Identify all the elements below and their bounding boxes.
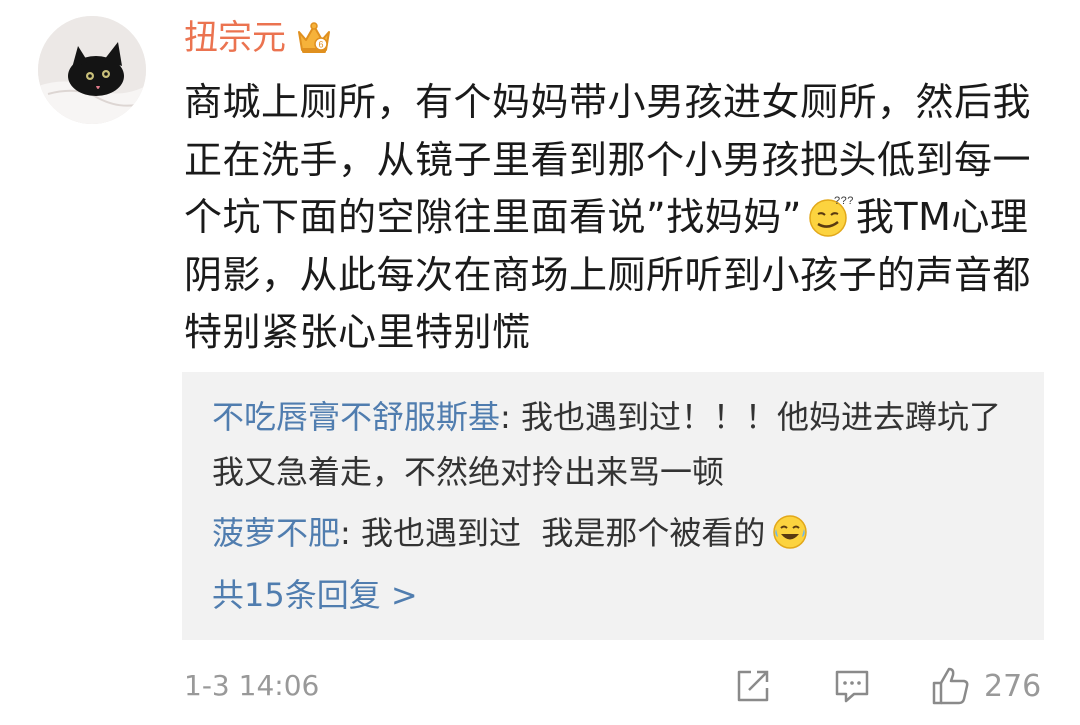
more-replies-label[interactable]: 共15条回复 > <box>212 576 418 614</box>
share-icon <box>737 670 769 702</box>
svg-text:6: 6 <box>318 40 323 50</box>
avatar[interactable] <box>38 16 146 124</box>
reply-text: 我也遇到过 我是那个被看的 <box>360 514 766 552</box>
more-replies-link[interactable]: 共15条回复 > <box>212 568 1012 623</box>
like-count: 276 <box>984 668 1042 704</box>
share-button[interactable] <box>733 662 773 710</box>
post-body: 商城上厕所，有个妈妈带小男孩进女厕所，然后我正在洗手，从镜子里看到那个小男孩把头… <box>184 74 1054 362</box>
reply-separator: : <box>340 514 361 552</box>
author-name[interactable]: 扭宗元 <box>184 14 286 62</box>
comment-button[interactable] <box>832 662 872 710</box>
cat-avatar-image <box>38 16 146 124</box>
reply-item: 菠萝不肥: 我也遇到过 我是那个被看的 <box>212 506 1012 561</box>
reply-username[interactable]: 菠萝不肥 <box>212 514 340 552</box>
like-icon <box>932 667 969 705</box>
laugh-cry-emoji-icon <box>771 513 809 551</box>
reply-item: 不吃唇膏不舒服斯基: 我也遇到过！！！他妈进去蹲坑了我又急着走，不然绝对拎出来骂… <box>212 390 1012 500</box>
post-footer: 1-3 14:06 276 <box>0 652 1080 720</box>
author-row: 扭宗元 6 <box>184 14 334 62</box>
confused-emoji-icon: ??? <box>804 192 854 238</box>
svg-text:???: ??? <box>834 195 854 207</box>
crown-icon: 6 <box>294 18 334 58</box>
reply-username[interactable]: 不吃唇膏不舒服斯基 <box>212 398 500 436</box>
reply-separator: : <box>500 398 521 436</box>
replies-box: 不吃唇膏不舒服斯基: 我也遇到过！！！他妈进去蹲坑了我又急着走，不然绝对拎出来骂… <box>182 372 1044 640</box>
comment-icon <box>835 670 869 703</box>
timestamp: 1-3 14:06 <box>184 669 320 702</box>
like-button[interactable]: 276 <box>930 662 1041 710</box>
